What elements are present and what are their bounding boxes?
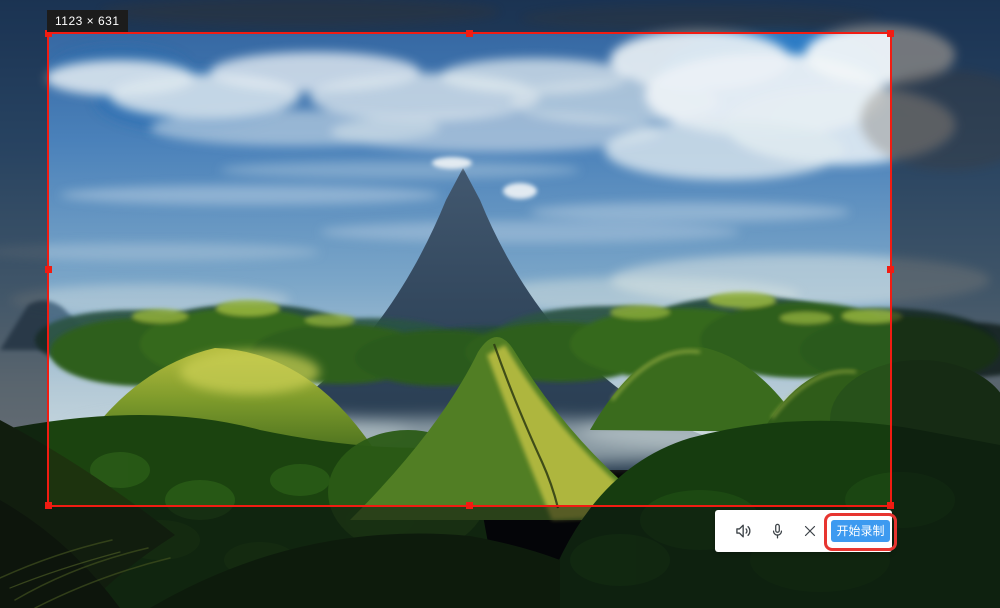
selection-handle-e[interactable] [887,265,894,273]
screen-capture-overlay: 1123 × 631 开始录制 [0,0,1000,608]
selection-handle-n[interactable] [465,30,473,37]
selection-handle-se[interactable] [887,502,894,509]
close-button[interactable] [798,519,822,543]
selection-size-badge: 1123 × 631 [47,10,128,32]
selection-handle-ne[interactable] [887,30,894,37]
recording-toolbar: 开始录制 [715,510,897,552]
selection-handle-sw[interactable] [45,502,52,509]
selection-handle-s[interactable] [465,502,473,509]
start-recording-button[interactable]: 开始录制 [831,520,890,542]
speaker-icon [736,524,751,538]
close-icon [804,525,816,537]
selection-region[interactable] [45,30,894,509]
microphone-button[interactable] [765,519,789,543]
selection-handle-w[interactable] [45,265,52,273]
system-audio-button[interactable] [732,519,756,543]
microphone-icon [772,523,782,538]
